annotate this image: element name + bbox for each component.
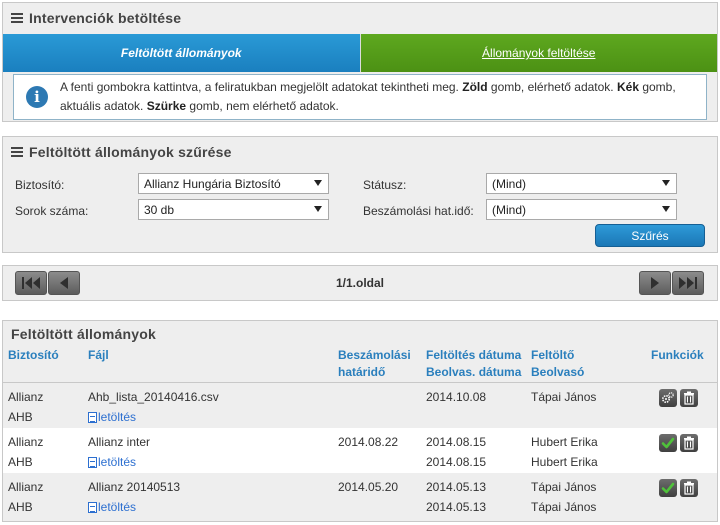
deadline: 2014.08.22 (338, 435, 399, 449)
next-page-button[interactable] (639, 271, 671, 295)
file-icon (88, 456, 97, 468)
pager: 1/1.oldal (2, 265, 718, 301)
file-name: Allianz inter (88, 435, 151, 449)
read-date: 2014.05.13 (426, 500, 487, 514)
filter-button[interactable]: Szűrés (595, 224, 705, 247)
chevron-down-icon (662, 206, 670, 212)
rows-label: Sorok száma: (15, 204, 89, 218)
upload-tabs: Feltöltött állományok Állományok feltölt… (3, 34, 717, 72)
deadline: 2014.05.20 (338, 480, 399, 494)
filter-panel-title: Feltöltött állományok szűrése (29, 144, 232, 160)
rows-select[interactable]: 30 db (138, 199, 329, 220)
last-page-icon (679, 277, 697, 289)
download-link[interactable]: letöltés (88, 455, 136, 469)
last-page-button[interactable] (672, 271, 704, 295)
chevron-down-icon (314, 180, 322, 186)
info-box: i A fenti gombokra kattintva, a feliratu… (13, 74, 707, 120)
read-date: 2014.08.15 (426, 455, 487, 469)
trash-icon (684, 436, 694, 450)
process-button[interactable] (659, 389, 677, 407)
info-text: A fenti gombokra kattintva, a feliratukb… (60, 80, 676, 113)
upload-panel-header: Intervenciók betöltése (3, 3, 717, 33)
delete-button[interactable] (680, 479, 698, 497)
col-header-users[interactable]: Feltöltő Beolvasó (531, 347, 584, 381)
filter-panel: Feltöltött állományok szűrése Biztosító:… (2, 136, 718, 253)
upload-date: 2014.10.08 (426, 390, 487, 404)
download-link[interactable]: letöltés (88, 500, 136, 514)
download-label: letöltés (98, 455, 137, 469)
download-link[interactable]: letöltés (88, 410, 136, 424)
trash-icon (684, 391, 694, 405)
col-header-uploader: Feltöltő (531, 348, 575, 362)
approve-button[interactable] (659, 479, 677, 497)
checkmark-icon (661, 437, 675, 449)
tab-upload-files[interactable]: Állományok feltöltése (360, 34, 717, 72)
upload-date: 2014.08.15 (426, 435, 487, 449)
download-label: letöltés (98, 410, 137, 424)
col-header-upload-date: Feltöltés dátuma (426, 348, 522, 362)
insurer-code: AHB (8, 455, 33, 469)
insurer-code: AHB (8, 500, 33, 514)
col-header-deadline-line2: határidő (338, 365, 386, 379)
chevron-down-icon (662, 180, 670, 186)
insurer-select[interactable]: Allianz Hungária Biztosító (138, 173, 329, 194)
table-row: Allianz AHB Ahb_lista_20140416.csv letöl… (3, 383, 717, 428)
col-header-deadline[interactable]: Beszámolási határidő (338, 347, 411, 381)
uploader: Tápai János (531, 390, 597, 404)
deadline-select-value: (Mind) (492, 202, 527, 217)
col-header-functions: Funkciók (651, 348, 704, 362)
col-header-dates[interactable]: Feltöltés dátuma Beolvas. dátuma (426, 347, 521, 381)
upload-panel: Intervenciók betöltése Feltöltött állomá… (2, 2, 718, 122)
file-icon (88, 411, 97, 423)
info-icon: i (26, 86, 48, 108)
col-header-insurer[interactable]: Biztosító (8, 347, 59, 364)
file-icon (88, 501, 97, 513)
col-header-read-date: Beolvas. dátuma (426, 365, 522, 379)
approve-button[interactable] (659, 434, 677, 452)
reader: Tápai János (531, 500, 597, 514)
col-header-file[interactable]: Fájl (88, 347, 109, 364)
insurer-label: Biztosító: (15, 178, 65, 192)
insurer-name: Allianz (8, 435, 44, 449)
delete-button[interactable] (680, 434, 698, 452)
filter-panel-header: Feltöltött állományok szűrése (3, 137, 717, 167)
download-label: letöltés (98, 500, 137, 514)
file-name: Allianz 20140513 (88, 480, 181, 494)
insurer-code: AHB (8, 410, 33, 424)
hamburger-icon[interactable] (11, 13, 23, 23)
insurer-name: Allianz (8, 390, 44, 404)
delete-button[interactable] (680, 389, 698, 407)
insurer-select-value: Allianz Hungária Biztosító (144, 176, 281, 191)
status-select[interactable]: (Mind) (486, 173, 677, 194)
files-table-title: Feltöltött állományok (11, 326, 156, 342)
deadline-select[interactable]: (Mind) (486, 199, 677, 220)
uploader: Tápai János (531, 480, 597, 494)
uploader: Hubert Erika (531, 435, 598, 449)
checkmark-icon (661, 482, 675, 494)
reader: Hubert Erika (531, 455, 598, 469)
trash-icon (684, 481, 694, 495)
col-header-deadline-line1: Beszámolási (338, 348, 411, 362)
hamburger-icon[interactable] (11, 147, 23, 157)
upload-panel-title: Intervenciók betöltése (29, 10, 182, 26)
page-indicator: 1/1.oldal (335, 276, 385, 290)
status-select-value: (Mind) (492, 176, 527, 191)
chevron-down-icon (314, 206, 322, 212)
table-row: Allianz AHB Allianz 20140513 letöltés 20… (3, 473, 717, 518)
col-header-reader: Beolvasó (531, 365, 585, 379)
file-name: Ahb_lista_20140416.csv (88, 390, 219, 404)
next-page-icon (651, 277, 659, 289)
insurer-name: Allianz (8, 480, 44, 494)
files-table-panel: Feltöltött állományok Biztosító Fájl Bes… (2, 320, 718, 522)
table-row: Allianz AHB Allianz inter letöltés 2014.… (3, 428, 717, 473)
gears-icon (661, 392, 674, 404)
tab-uploaded-files[interactable]: Feltöltött állományok (3, 34, 361, 72)
deadline-label: Beszámolási hat.idő: (363, 204, 474, 218)
rows-select-value: 30 db (144, 202, 175, 217)
status-label: Státusz: (363, 178, 407, 192)
upload-date: 2014.05.13 (426, 480, 487, 494)
